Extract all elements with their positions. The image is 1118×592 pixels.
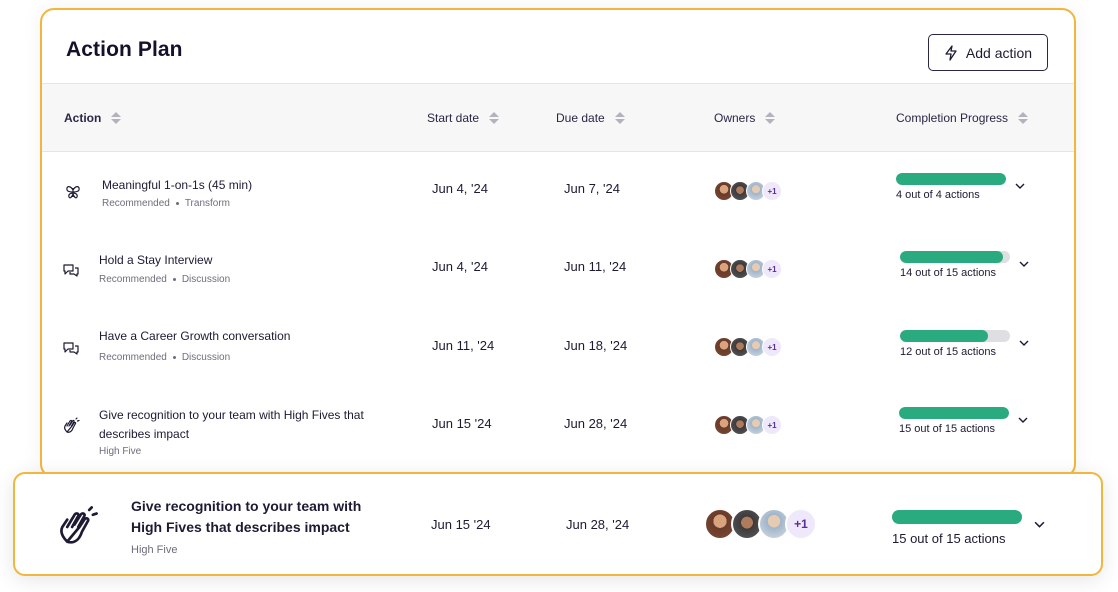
featured-owners-avatars[interactable]: +1: [704, 508, 817, 540]
sort-icon[interactable]: [1018, 112, 1029, 124]
card-header: Action Plan Add action: [42, 10, 1074, 84]
more-owners-badge: +1: [762, 259, 782, 279]
progress-text: 15 out of 15 actions: [892, 531, 1006, 546]
sort-icon[interactable]: [111, 112, 122, 124]
add-action-button[interactable]: Add action: [928, 34, 1048, 71]
action-plan-card: Action Plan Add action Action Start date…: [40, 8, 1076, 478]
due-date: Jun 7, '24: [564, 181, 620, 196]
action-title-line-2[interactable]: describes impact: [99, 425, 189, 443]
owners-avatars[interactable]: +1: [714, 337, 782, 357]
progress-text: 14 out of 15 actions: [900, 267, 997, 279]
start-date: Jun 4, '24: [432, 259, 488, 274]
chevron-down-icon[interactable]: [1018, 411, 1028, 423]
chat-bubbles-icon: [62, 261, 80, 279]
chat-bubbles-icon: [62, 339, 80, 357]
due-date: Jun 18, '24: [564, 338, 628, 353]
progress-bar: [896, 173, 1006, 185]
progress: 15 out of 15 actions: [899, 407, 1009, 435]
action-meta: High Five: [99, 446, 142, 457]
progress-bar: [900, 330, 1010, 342]
progress-bar: [892, 510, 1022, 524]
column-header-action[interactable]: Action: [64, 111, 122, 125]
progress: 4 out of 4 actions: [896, 173, 1006, 201]
more-owners-badge: +1: [762, 415, 782, 435]
owners-avatars[interactable]: +1: [714, 259, 782, 279]
sort-icon[interactable]: [614, 112, 625, 124]
high-five-hand-icon: [55, 505, 99, 549]
table-row[interactable]: Meaningful 1-on-1s (45 min) Recommended T…: [42, 153, 1074, 231]
progress: 14 out of 15 actions: [900, 251, 1010, 279]
featured-meta: High Five: [131, 544, 178, 556]
featured-progress: 15 out of 15 actions: [892, 510, 1022, 546]
chevron-down-icon[interactable]: [1019, 334, 1029, 346]
action-meta: Recommended Transform: [102, 198, 231, 209]
due-date: Jun 11, '24: [564, 259, 627, 274]
progress-text: 4 out of 4 actions: [896, 189, 980, 201]
progress-text: 12 out of 15 actions: [900, 346, 997, 358]
sort-icon[interactable]: [489, 112, 500, 124]
column-header-start-date[interactable]: Start date: [427, 111, 500, 125]
chevron-down-icon[interactable]: [1015, 177, 1025, 189]
start-date: Jun 15 '24: [432, 416, 492, 431]
column-header-owners[interactable]: Owners: [714, 111, 776, 125]
table-row[interactable]: Have a Career Growth conversation Recomm…: [42, 309, 1074, 387]
progress-bar: [899, 407, 1009, 419]
chevron-down-icon[interactable]: [1034, 516, 1045, 528]
more-owners-badge: +1: [785, 508, 817, 540]
start-date: Jun 4, '24: [432, 181, 488, 196]
lightning-icon: [945, 44, 957, 61]
table-row[interactable]: Hold a Stay Interview Recommended Discuss…: [42, 231, 1074, 309]
chevron-down-icon[interactable]: [1019, 255, 1029, 267]
butterfly-icon: [64, 183, 82, 201]
column-header-completion-progress[interactable]: Completion Progress: [896, 111, 1029, 125]
progress-bar: [900, 251, 1010, 263]
featured-action-row[interactable]: Give recognition to your team with High …: [13, 472, 1103, 576]
owners-avatars[interactable]: +1: [714, 181, 782, 201]
action-meta: Recommended Discussion: [99, 352, 231, 363]
featured-due-date: Jun 28, '24: [566, 517, 630, 532]
high-five-hand-icon: [62, 417, 80, 435]
table-row[interactable]: Give recognition to your team with High …: [42, 387, 1074, 467]
action-title[interactable]: Meaningful 1-on-1s (45 min): [102, 176, 252, 194]
sort-icon[interactable]: [765, 112, 776, 124]
action-title-line-1[interactable]: Give recognition to your team with High …: [99, 406, 364, 424]
progress-text: 15 out of 15 actions: [899, 423, 996, 435]
featured-title-line-2[interactable]: High Fives that describes impact: [131, 519, 350, 535]
featured-start-date: Jun 15 '24: [431, 517, 491, 532]
table-header: Action Start date Due date Owners Comple…: [42, 84, 1074, 152]
due-date: Jun 28, '24: [564, 416, 628, 431]
add-action-label: Add action: [965, 44, 1033, 61]
more-owners-badge: +1: [762, 181, 782, 201]
column-header-due-date[interactable]: Due date: [556, 111, 625, 125]
more-owners-badge: +1: [762, 337, 782, 357]
featured-title-line-1[interactable]: Give recognition to your team with: [131, 498, 361, 514]
start-date: Jun 11, '24: [432, 338, 495, 353]
progress: 12 out of 15 actions: [900, 330, 1010, 358]
action-title[interactable]: Hold a Stay Interview: [99, 251, 212, 269]
action-meta: Recommended Discussion: [99, 274, 231, 285]
owners-avatars[interactable]: +1: [714, 415, 782, 435]
action-title[interactable]: Have a Career Growth conversation: [99, 327, 290, 345]
page-title: Action Plan: [66, 38, 183, 61]
